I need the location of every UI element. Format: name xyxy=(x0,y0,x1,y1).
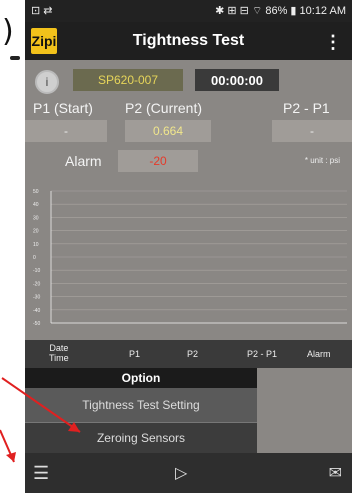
list-icon[interactable]: ☰ xyxy=(33,463,49,484)
col-date-time: Date Time xyxy=(49,343,69,363)
p1-value: - xyxy=(25,120,107,142)
menu-item-zeroing-sensors[interactable]: Zeroing Sensors xyxy=(25,423,257,453)
chart-y-tick-label: 40 xyxy=(33,202,39,208)
diff-label: P2 - P1 xyxy=(283,100,330,116)
col-p1: P1 xyxy=(129,349,141,359)
timer-display: 00:00:00 xyxy=(195,69,279,91)
arrow-head-2 xyxy=(6,452,16,462)
status-left-icons: ⊡ ⇄ xyxy=(31,5,53,17)
alarm-threshold-field[interactable]: -20 xyxy=(118,150,198,172)
app-bar: Zipi Tightness Test ⋮ xyxy=(25,22,352,60)
play-icon[interactable]: ▷ xyxy=(175,463,187,483)
p2-value: 0.664 xyxy=(125,120,211,142)
info-icon[interactable]: i xyxy=(35,70,59,94)
menu-item-tightness-test-setting[interactable]: Tightness Test Setting xyxy=(25,388,257,423)
status-right-icons: ✱ ⊞ ⊟ ⌔ 86% ▮ 10:12 AM xyxy=(215,5,346,17)
cropped-dash xyxy=(10,56,20,60)
status-bar: ⊡ ⇄ ✱ ⊞ ⊟ ⌔ 86% ▮ 10:12 AM xyxy=(25,0,352,22)
phone-screen: ⊡ ⇄ ✱ ⊞ ⊟ ⌔ 86% ▮ 10:12 AM Zipi Tightnes… xyxy=(25,0,352,493)
col-alarm: Alarm xyxy=(307,349,331,359)
col-p2: P2 xyxy=(187,349,199,359)
option-menu: Option Tightness Test Setting Zeroing Se… xyxy=(25,368,257,453)
chart-y-tick-label: 10 xyxy=(33,242,39,248)
pressure-chart: 50 40 30 20 10 0 -10 -20 -30 -40 -50 xyxy=(33,189,347,327)
chart-y-tick-label: 30 xyxy=(33,215,39,221)
data-table-header: Date Time P1 P2 P2 - P1 Alarm xyxy=(25,340,352,368)
option-menu-title: Option xyxy=(25,368,257,388)
chart-y-tick-label: -30 xyxy=(33,295,40,301)
unit-note: * unit : psi xyxy=(304,156,340,165)
chart-y-tick-label: -40 xyxy=(33,308,40,314)
serial-number-field[interactable]: SP620-007 xyxy=(73,69,183,91)
p1-label: P1 (Start) xyxy=(33,100,93,116)
kebab-menu-icon[interactable]: ⋮ xyxy=(324,32,342,53)
diff-value: - xyxy=(272,120,352,142)
p2-label: P2 (Current) xyxy=(125,100,203,116)
cropped-parenthesis: ) xyxy=(2,14,14,49)
mail-icon[interactable]: ✉ xyxy=(329,463,342,483)
col-diff: P2 - P1 xyxy=(247,349,278,359)
arrow-line-2 xyxy=(0,429,15,463)
alarm-label: Alarm xyxy=(65,153,102,169)
bottom-bar: ☰ ▷ ✉ xyxy=(25,453,352,493)
chart-y-tick-label: -10 xyxy=(33,268,40,274)
page-title: Tightness Test xyxy=(132,32,245,49)
chart-y-tick-label: -20 xyxy=(33,281,40,287)
chart-y-tick-label: 50 xyxy=(33,189,39,195)
chart-y-tick-label: 0 xyxy=(33,255,36,261)
main-content: i SP620-007 00:00:00 P1 (Start) P2 (Curr… xyxy=(25,60,352,453)
chart-y-tick-label: 20 xyxy=(33,229,39,235)
chart-y-tick-label: -50 xyxy=(33,321,40,327)
